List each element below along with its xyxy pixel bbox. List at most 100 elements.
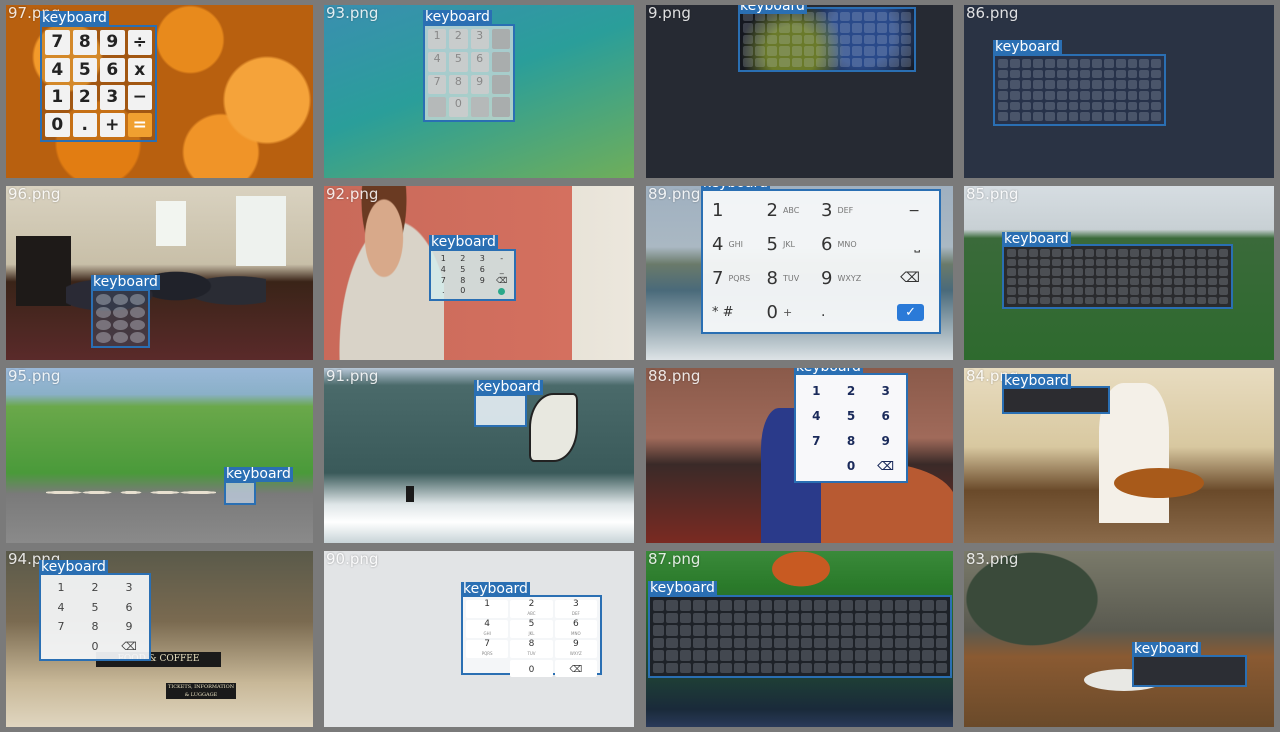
key[interactable] [868,637,880,648]
key[interactable] [1062,277,1072,285]
key[interactable] [900,23,911,33]
key[interactable] [791,34,802,45]
key[interactable] [828,23,839,33]
key[interactable] [1107,249,1117,257]
keypad-key[interactable]: 7 [434,276,453,286]
key[interactable] [1115,80,1126,89]
key[interactable] [693,625,705,636]
key[interactable] [666,637,678,648]
key[interactable] [1018,268,1028,276]
key[interactable] [1096,287,1106,295]
key[interactable] [922,625,934,636]
key[interactable] [908,637,921,648]
key[interactable] [815,57,826,67]
key[interactable] [854,612,867,623]
key[interactable] [803,23,814,33]
key[interactable] [1140,287,1150,295]
key[interactable] [854,650,867,661]
key[interactable] [827,650,840,661]
key[interactable] [733,612,746,623]
key[interactable] [720,662,732,673]
key[interactable] [1045,112,1055,121]
key[interactable] [1080,69,1091,79]
key[interactable] [841,612,853,623]
key[interactable] [1151,112,1161,121]
key[interactable] [935,650,947,661]
backspace-icon[interactable]: ⌫ [554,660,597,677]
key[interactable] [1062,296,1072,304]
key[interactable] [767,57,778,67]
key[interactable] [1021,91,1032,100]
key[interactable] [1140,258,1150,266]
key[interactable] [1115,112,1126,121]
key[interactable] [1127,59,1138,68]
keypad-key[interactable]: 3 [470,29,489,49]
key[interactable] [679,637,692,648]
key[interactable] [1033,101,1044,111]
key[interactable] [1115,101,1126,111]
key[interactable] [787,600,799,611]
numpad-key[interactable]: 9 [868,434,903,448]
key[interactable] [1007,296,1017,304]
tile-96[interactable]: 96.png keyboard [6,186,313,360]
numpad-key[interactable]: 3 [868,384,903,398]
key[interactable] [653,600,665,611]
key[interactable] [935,612,947,623]
key[interactable] [767,23,778,33]
key[interactable] [1151,287,1162,295]
key[interactable] [1033,69,1044,79]
key[interactable] [895,612,907,623]
key[interactable] [1174,249,1184,257]
key[interactable] [1163,277,1173,285]
key[interactable] [895,650,907,661]
dialpad-key[interactable]: 4 GHI [712,228,767,262]
dialpad-key[interactable]: 3 DEF [554,600,597,618]
numpad-key[interactable]: 1 [44,581,78,594]
key[interactable] [800,637,813,648]
key[interactable] [1029,249,1039,257]
key[interactable] [868,600,880,611]
key[interactable] [706,662,719,673]
key[interactable] [1107,258,1117,266]
key[interactable] [1073,258,1084,266]
key[interactable] [1021,101,1032,111]
key[interactable] [1009,101,1020,111]
numpad-key[interactable]: 6 [868,409,903,423]
key[interactable] [1073,287,1084,295]
key[interactable] [787,662,799,673]
keypad-key[interactable]: - [493,254,512,264]
key[interactable] [1096,268,1106,276]
key[interactable] [1080,101,1091,111]
key[interactable] [1127,69,1138,79]
key[interactable] [791,46,802,56]
key[interactable] [864,12,875,22]
key[interactable] [1151,296,1162,304]
key[interactable] [814,625,826,636]
key[interactable] [679,650,692,661]
key[interactable] [787,637,799,648]
key[interactable] [1218,277,1228,285]
key[interactable] [774,600,786,611]
key[interactable] [774,625,786,636]
key[interactable] [693,650,705,661]
numpad-key[interactable]: 5 [834,409,869,423]
key[interactable] [666,612,678,623]
key[interactable] [852,46,863,56]
key[interactable] [998,59,1008,68]
key[interactable] [1068,112,1079,121]
key[interactable] [1104,101,1114,111]
key[interactable] [864,34,875,45]
key[interactable] [1009,112,1020,121]
dialpad-key[interactable]: 0 + [767,295,822,329]
tile-94[interactable]: FOOD & COFFEE TICKETS, INFORMATION & LUG… [6,551,313,727]
tile-9[interactable]: 9.png keyboard [646,5,953,178]
check-icon[interactable]: ✓ [876,295,931,329]
calc-key[interactable]: 2 [72,85,97,110]
key[interactable] [868,650,880,661]
key[interactable] [1009,69,1020,79]
key[interactable] [1009,59,1020,68]
key[interactable] [1018,258,1028,266]
tile-86[interactable]: 86.png keyboard [964,5,1274,178]
key[interactable] [1073,296,1084,304]
key[interactable] [1185,249,1195,257]
